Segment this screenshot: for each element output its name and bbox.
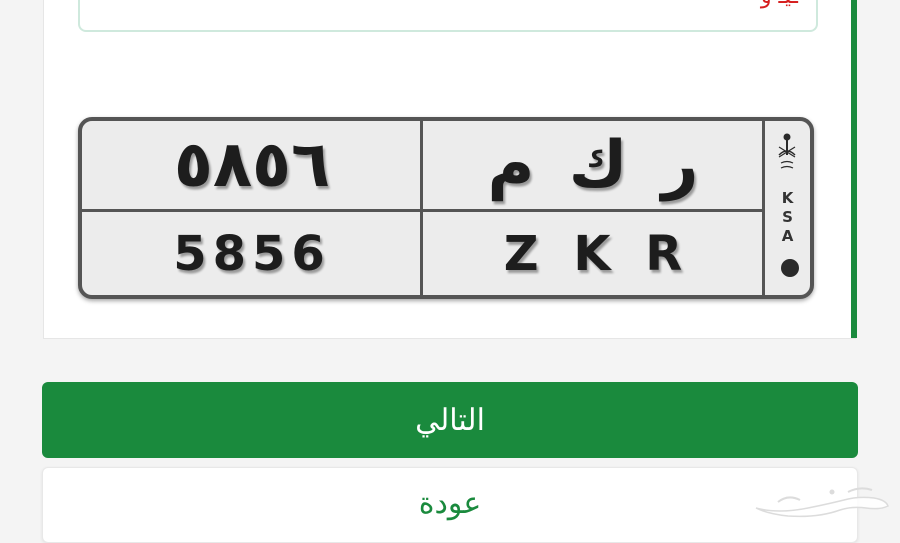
saudi-emblem-icon: [778, 133, 796, 169]
plate-country-strip: K S A: [765, 121, 810, 295]
alert-box: ـيـ و: [78, 0, 818, 32]
back-button[interactable]: عودة: [42, 467, 858, 543]
plate-english-letters: Z K R: [503, 226, 683, 282]
ksa-letter-a: A: [781, 227, 794, 245]
plate-arabic-letters: ر ك م: [487, 128, 699, 202]
next-button[interactable]: التالي: [42, 382, 858, 458]
card-accent-bar: [851, 0, 857, 338]
plate-bolt-icon: [781, 259, 799, 277]
haraj-logo-watermark: [755, 487, 889, 518]
alert-text: ـيـ و: [761, 0, 798, 8]
plate-divider-vertical: [420, 121, 423, 295]
ksa-letter-k: K: [781, 189, 794, 207]
license-plate: ٥٨٥٦ ر ك م 5856 Z K R K S A: [78, 117, 814, 299]
plate-english-digits: 5856: [173, 226, 331, 282]
plate-divider-horizontal: [82, 209, 762, 212]
plate-arabic-digits: ٥٨٥٦: [173, 128, 331, 202]
ksa-letter-s: S: [782, 208, 793, 226]
